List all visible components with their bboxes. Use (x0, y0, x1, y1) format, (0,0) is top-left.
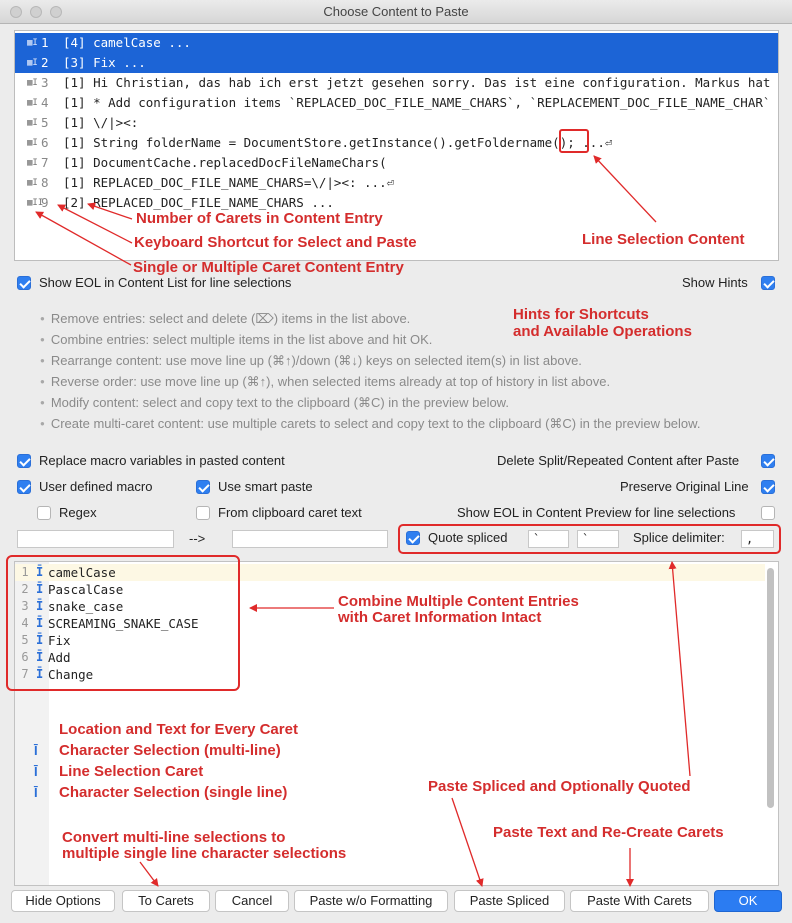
content-entry-text: [1] * Add configuration items `REPLACED_… (63, 95, 779, 110)
content-list-row[interactable]: ▦I 7 [1] DocumentCache.replacedDocFileNa… (15, 153, 778, 173)
shortcut-number: 9 (41, 195, 49, 210)
annotation-char-sel-multi: Character Selection (multi-line) (59, 742, 281, 759)
shortcut-number: 7 (41, 155, 49, 170)
shortcut-number: 1 (41, 35, 49, 50)
content-entry-text: [1] Hi Christian, das hab ich erst jetzt… (63, 75, 778, 90)
annotation-hints: and Available Operations (513, 323, 692, 340)
replace-macro-checkbox[interactable] (17, 454, 31, 468)
shortcut-number: 5 (41, 115, 49, 130)
title-bar: Choose Content to Paste (0, 0, 792, 24)
user-macro-label: User defined macro (39, 479, 153, 494)
preview-scrollbar[interactable] (767, 568, 774, 808)
content-list-row[interactable]: ▦I 3 [1] Hi Christian, das hab ich erst … (15, 73, 778, 93)
content-list-row[interactable]: ▦I 1 [4] camelCase ... (15, 33, 778, 53)
smart-paste-checkbox[interactable] (196, 480, 210, 494)
annotation-single-multi: Single or Multiple Caret Content Entry (133, 259, 404, 276)
preserve-line-checkbox[interactable] (761, 480, 775, 494)
content-list-row[interactable]: ▦I 5 [1] \/|><: (15, 113, 778, 133)
annotation-char-sel-single: Character Selection (single line) (59, 784, 288, 801)
zoom-window-button[interactable] (50, 6, 62, 18)
show-eol-label: Show EOL in Content List for line select… (39, 275, 292, 290)
single-line-selection-caret-icon: Ī (34, 785, 38, 800)
content-list-row[interactable]: ▦I 4 [1] * Add configuration items `REPL… (15, 93, 779, 113)
paste-without-formatting-button[interactable]: Paste w/o Formatting (294, 890, 448, 912)
to-carets-button[interactable]: To Carets (122, 890, 210, 912)
hint-item: Remove entries: select and delete (⌦) it… (40, 311, 410, 327)
show-eol-preview-label: Show EOL in Content Preview for line sel… (457, 505, 736, 520)
hint-item: Rearrange content: use move line up (⌘↑)… (40, 353, 582, 369)
quote-options-highlight-box (398, 524, 781, 554)
annotation-combine: with Caret Information Intact (338, 609, 542, 626)
annotation-convert: Convert multi-line selections to (62, 829, 286, 846)
close-window-button[interactable] (10, 6, 22, 18)
content-list-row[interactable]: ▦I 2 [3] Fix ... (15, 53, 778, 73)
shortcut-number: 4 (41, 95, 49, 110)
content-entry-text: [3] Fix ... (63, 55, 146, 70)
hint-item: Create multi-caret content: use multiple… (40, 416, 701, 432)
hint-item: Combine entries: select multiple items i… (40, 332, 433, 347)
line-selection-caret-icon: Ī (34, 764, 38, 779)
macro-replace-field[interactable] (232, 530, 388, 548)
annotation-convert: multiple single line character selection… (62, 845, 347, 862)
content-entry-text: [1] REPLACED_DOC_FILE_NAME_CHARS=\/|><: … (63, 175, 395, 190)
preserve-line-label: Preserve Original Line (620, 479, 749, 494)
paste-spliced-button[interactable]: Paste Spliced (454, 890, 565, 912)
window-title: Choose Content to Paste (323, 4, 469, 19)
multi-line-selection-caret-icon: Ī (34, 743, 38, 758)
content-entry-text: [1] DocumentCache.replacedDocFileNameCha… (63, 155, 387, 170)
content-entry-text: [1] \/|><: (63, 115, 139, 130)
show-eol-checkbox[interactable] (17, 276, 31, 290)
hint-item: Reverse order: use move line up (⌘↑), wh… (40, 374, 610, 390)
macro-search-field[interactable] (17, 530, 174, 548)
annotation-location-text: Location and Text for Every Caret (59, 721, 298, 738)
show-hints-checkbox[interactable] (761, 276, 775, 290)
delete-split-checkbox[interactable] (761, 454, 775, 468)
content-entry-text: [4] camelCase ... (63, 35, 191, 50)
combine-highlight-box (6, 555, 240, 691)
delete-split-label: Delete Split/Repeated Content after Past… (497, 453, 740, 468)
macro-arrow: --> (189, 531, 206, 546)
ok-button[interactable]: OK (714, 890, 782, 912)
content-list-row[interactable]: ▦II 9 [2] REPLACED_DOC_FILE_NAME_CHARS .… (15, 193, 778, 213)
smart-paste-label: Use smart paste (218, 479, 313, 494)
hide-options-button[interactable]: Hide Options (11, 890, 115, 912)
annotation-paste-text-carets: Paste Text and Re-Create Carets (493, 824, 724, 841)
cancel-button[interactable]: Cancel (215, 890, 289, 912)
content-history-list[interactable]: ▦I 1 [4] camelCase ... ▦I 2 [3] Fix ... … (14, 30, 779, 261)
shortcut-number: 8 (41, 175, 49, 190)
annotation-hints: Hints for Shortcuts (513, 306, 649, 323)
regex-checkbox[interactable] (37, 506, 51, 520)
shortcut-number: 3 (41, 75, 49, 90)
annotation-paste-spliced: Paste Spliced and Optionally Quoted (428, 778, 691, 795)
eol-highlight-box (559, 129, 589, 153)
hint-item: Modify content: select and copy text to … (40, 395, 509, 411)
replace-macro-label: Replace macro variables in pasted conten… (39, 453, 285, 468)
content-list-row[interactable]: ▦I 6 [1] String folderName = DocumentSto… (15, 133, 778, 153)
from-clipboard-label: From clipboard caret text (218, 505, 362, 520)
annotation-line-selection-content: Line Selection Content (582, 231, 745, 248)
annotation-num-carets: Number of Carets in Content Entry (136, 210, 383, 227)
shortcut-number: 2 (41, 55, 49, 70)
annotation-kbd-shortcut: Keyboard Shortcut for Select and Paste (134, 234, 417, 251)
paste-with-carets-button[interactable]: Paste With Carets (570, 890, 709, 912)
annotation-combine: Combine Multiple Content Entries (338, 593, 579, 610)
user-macro-checkbox[interactable] (17, 480, 31, 494)
content-list-row[interactable]: ▦I 8 [1] REPLACED_DOC_FILE_NAME_CHARS=\/… (15, 173, 778, 193)
regex-label: Regex (59, 505, 97, 520)
annotation-line-sel-caret: Line Selection Caret (59, 763, 204, 780)
minimize-window-button[interactable] (30, 6, 42, 18)
from-clipboard-checkbox[interactable] (196, 506, 210, 520)
show-hints-label: Show Hints (682, 275, 748, 290)
show-eol-preview-checkbox[interactable] (761, 506, 775, 520)
shortcut-number: 6 (41, 135, 49, 150)
content-entry-text: [1] String folderName = DocumentStore.ge… (63, 135, 613, 150)
